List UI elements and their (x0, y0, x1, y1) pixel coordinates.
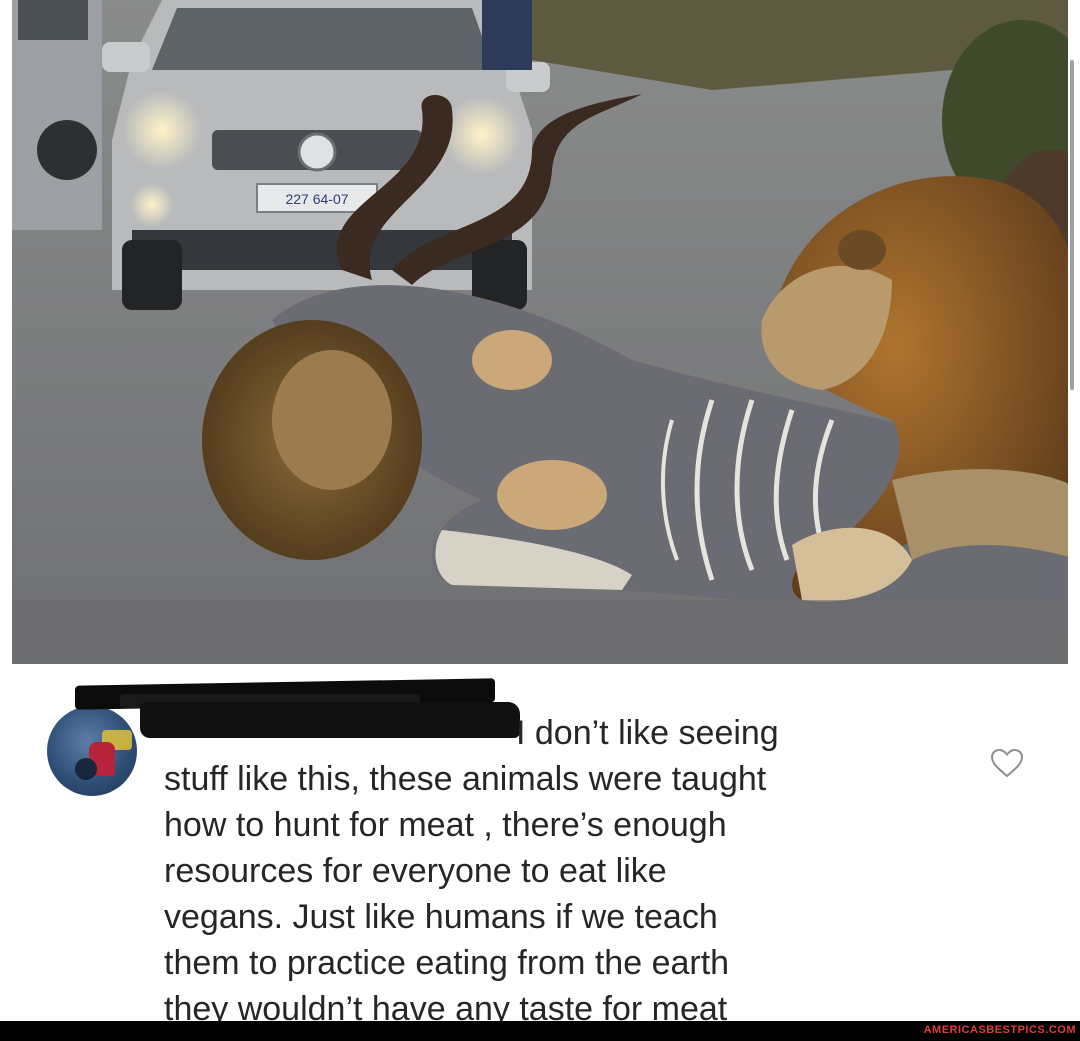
comment-row: I don’t like seeing stuff like this, the… (0, 664, 1080, 1028)
comment-text: I don’t like seeing stuff like this, the… (164, 710, 964, 1032)
scroll-indicator[interactable] (1070, 60, 1074, 390)
avatar-shape (75, 758, 97, 780)
watermark-text: AMERICASBESTPICS.COM (923, 1024, 1076, 1036)
photo-illustration: 227 64-07 (12, 0, 1080, 664)
comment-line: how to hunt for meat , there’s enough (164, 806, 727, 844)
comment-line: resources for everyone to eat like (164, 852, 667, 890)
watermark-bar: AMERICASBESTPICS.COM (0, 1021, 1080, 1041)
comment-line: I don’t like seeing (516, 714, 779, 752)
comment-line: vegans. Just like humans if we teach (164, 898, 718, 936)
comment-line: them to practice eating from the earth (164, 944, 730, 982)
heart-icon[interactable] (990, 748, 1024, 778)
post-photo: 227 64-07 (12, 0, 1080, 664)
comment-line: stuff like this, these animals were taug… (164, 760, 767, 798)
license-plate: 227 64-07 (285, 191, 348, 207)
scroll-indicator-track (1068, 0, 1080, 664)
screenshot-page: 227 64-07 I don’t like seeing stuff like… (0, 0, 1080, 1041)
user-avatar-icon[interactable] (47, 706, 137, 796)
